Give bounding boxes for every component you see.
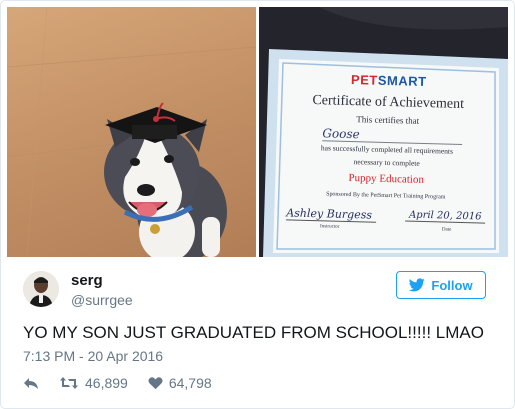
reply-icon: [24, 378, 38, 389]
heart-icon: [148, 377, 163, 390]
author-display-name[interactable]: serg: [71, 272, 103, 289]
reply-button[interactable]: [23, 376, 39, 390]
certificate-content: PETSMART Certificate of Achievement This…: [280, 70, 494, 243]
certificate-title: Certificate of Achievement: [312, 93, 465, 112]
certificate-line2: necessary to complete: [353, 157, 420, 168]
user-avatar[interactable]: [23, 271, 59, 307]
certificate-date-label: Date: [441, 227, 452, 233]
retweet-count: 46,899: [85, 375, 128, 391]
author-handle[interactable]: @surrgee: [71, 292, 133, 308]
certificate-recipient: Goose: [322, 126, 463, 145]
retweet-icon: [60, 377, 78, 389]
puppy-image: [7, 7, 256, 257]
certificate-certifies: This certifies that: [356, 114, 420, 126]
puppy-photo[interactable]: [7, 7, 256, 257]
follow-button[interactable]: Follow: [396, 271, 486, 299]
twitter-bird-icon: [409, 278, 426, 292]
like-button[interactable]: 64,798: [148, 375, 212, 391]
certificate-program: Puppy Education: [348, 171, 425, 186]
tweet-media[interactable]: PETSMART Certificate of Achievement This…: [7, 7, 508, 257]
follow-button-label: Follow: [431, 277, 473, 293]
tweet-timestamp[interactable]: 7:13 PM - 20 Apr 2016: [23, 348, 163, 364]
certificate-photo[interactable]: PETSMART Certificate of Achievement This…: [259, 7, 508, 257]
tweet-text: YO MY SON JUST GRADUATED FROM SCHOOL!!!!…: [23, 323, 484, 342]
like-count: 64,798: [168, 375, 212, 391]
certificate-signature: Ashley Burgess: [286, 206, 377, 223]
tweet-card: PETSMART Certificate of Achievement This…: [0, 0, 515, 409]
certificate-signature-row: Ashley Burgess Instructor April 20, 2016…: [280, 206, 491, 243]
logo-pet: PET: [350, 72, 379, 88]
retweet-button[interactable]: 46,899: [59, 375, 128, 391]
tweet-header: serg @surrgee Follow: [23, 271, 493, 311]
certificate-date: April 20, 2016: [405, 209, 486, 224]
certificate-signature-label: Instructor: [319, 224, 340, 230]
certificate-sponsor: Sponsored By the PetSmart Pet Training P…: [326, 191, 446, 201]
tweet-actions: 46,899 64,798: [23, 373, 232, 393]
avatar-icon: [23, 271, 59, 307]
logo-smart: SMART: [377, 72, 427, 89]
